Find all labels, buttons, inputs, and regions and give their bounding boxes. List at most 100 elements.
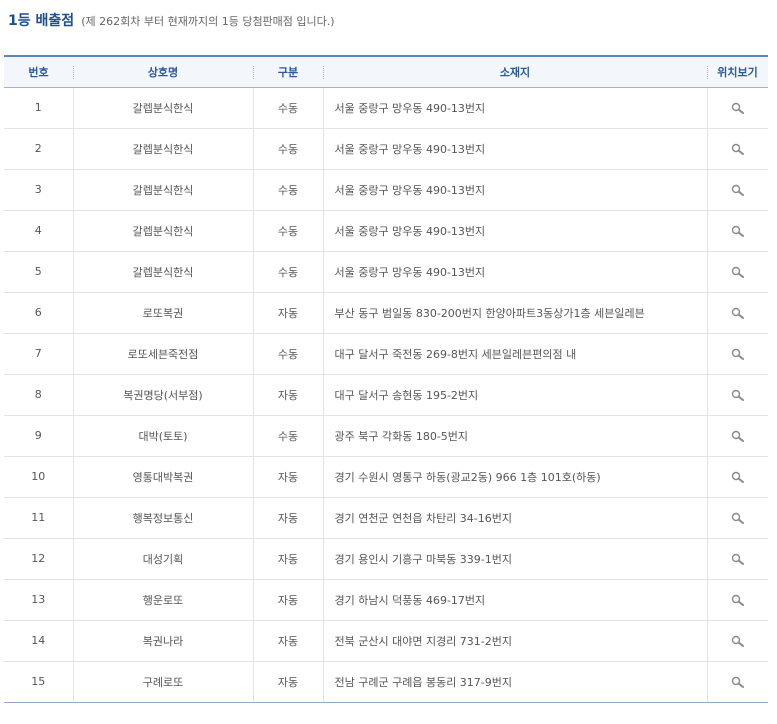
row-number: 12 [4,538,73,580]
table-row: 12 대성기획 자동 경기 용인시 기흥구 마북동 339-1번지 [4,538,768,580]
location-cell [706,333,768,375]
magnifier-icon[interactable] [731,102,745,114]
column-header-location: 위치보기 [707,55,768,88]
magnifier-icon[interactable] [731,184,745,196]
selection-type: 자동 [252,579,323,621]
row-number: 2 [4,128,73,170]
store-name: 로또세븐죽전점 [72,333,253,375]
row-number: 6 [4,292,73,334]
selection-type: 수동 [252,333,323,375]
section-title-bar: 1등 배출점 (제 262회차 부터 현재까지의 1등 당첨판매점 입니다.) [8,10,335,32]
location-cell [706,497,768,539]
location-cell [706,292,768,334]
selection-type: 자동 [252,292,323,334]
store-address: 부산 동구 범일동 830-200번지 한양아파트3동상가1층 세븐일레븐 [322,292,707,334]
row-number: 5 [4,251,73,293]
row-number: 4 [4,210,73,252]
magnifier-icon[interactable] [731,266,745,278]
magnifier-icon[interactable] [731,430,745,442]
selection-type: 수동 [252,415,323,457]
location-cell [706,661,768,703]
row-number: 7 [4,333,73,375]
magnifier-icon[interactable] [731,307,745,319]
store-address: 경기 수원시 영통구 하동(광교2동) 966 1층 101호(하동) [322,456,707,498]
store-name: 갈렙분식한식 [72,210,253,252]
selection-type: 자동 [252,497,323,539]
column-header-number: 번호 [4,55,73,88]
location-cell [706,210,768,252]
table-row: 13 행운로또 자동 경기 하남시 덕풍동 469-17번지 [4,579,768,621]
table-row: 1 갈렙분식한식 수동 서울 중랑구 망우동 490-13번지 [4,87,768,129]
table-row: 2 갈렙분식한식 수동 서울 중랑구 망우동 490-13번지 [4,128,768,170]
table-row: 4 갈렙분식한식 수동 서울 중랑구 망우동 490-13번지 [4,210,768,252]
magnifier-icon[interactable] [731,348,745,360]
store-address: 서울 중랑구 망우동 490-13번지 [322,251,707,293]
location-cell [706,374,768,416]
location-cell [706,456,768,498]
row-number: 11 [4,497,73,539]
store-name: 복권나라 [72,620,253,662]
location-cell [706,620,768,662]
store-address: 서울 중랑구 망우동 490-13번지 [322,210,707,252]
store-name: 대성기획 [72,538,253,580]
store-name: 갈렙분식한식 [72,169,253,211]
page-title: 1등 배출점 [8,13,75,29]
selection-type: 수동 [252,169,323,211]
column-header-store-name: 상호명 [73,55,253,88]
magnifier-icon[interactable] [731,512,745,524]
selection-type: 수동 [252,210,323,252]
table-row: 15 구례로또 자동 전남 구례군 구례읍 봉동리 317-9번지 [4,661,768,703]
page-subtitle: (제 262회차 부터 현재까지의 1등 당첨판매점 입니다.) [81,15,335,28]
location-cell [706,415,768,457]
table-row: 9 대박(토토) 수동 광주 북구 각화동 180-5번지 [4,415,768,457]
magnifier-icon[interactable] [731,635,745,647]
store-address: 광주 북구 각화동 180-5번지 [322,415,707,457]
row-number: 8 [4,374,73,416]
store-name: 영통대박복권 [72,456,253,498]
winning-stores-table: 번호 상호명 구분 소재지 위치보기 1 갈렙분식한식 수동 서울 중랑구 망우동 4… [4,55,768,703]
table-row: 3 갈렙분식한식 수동 서울 중랑구 망우동 490-13번지 [4,169,768,211]
magnifier-icon[interactable] [731,225,745,237]
location-cell [706,169,768,211]
store-address: 서울 중랑구 망우동 490-13번지 [322,128,707,170]
row-number: 10 [4,456,73,498]
store-address: 경기 하남시 덕풍동 469-17번지 [322,579,707,621]
location-cell [706,251,768,293]
magnifier-icon[interactable] [731,471,745,483]
magnifier-icon[interactable] [731,143,745,155]
store-address: 서울 중랑구 망우동 490-13번지 [322,87,707,129]
selection-type: 자동 [252,374,323,416]
store-address: 경기 연천군 연천읍 차탄리 34-16번지 [322,497,707,539]
magnifier-icon[interactable] [731,676,745,688]
column-header-address: 소재지 [323,55,707,88]
selection-type: 수동 [252,251,323,293]
magnifier-icon[interactable] [731,594,745,606]
selection-type: 수동 [252,87,323,129]
row-number: 15 [4,661,73,703]
location-cell [706,538,768,580]
store-name: 복권명당(서부점) [72,374,253,416]
store-address: 전남 구례군 구례읍 봉동리 317-9번지 [322,661,707,703]
location-cell [706,579,768,621]
magnifier-icon[interactable] [731,553,745,565]
store-name: 행운로또 [72,579,253,621]
column-header-type: 구분 [253,55,323,88]
location-cell [706,128,768,170]
table-row: 6 로또복권 자동 부산 동구 범일동 830-200번지 한양아파트3동상가1층 세… [4,292,768,334]
store-name: 갈렙분식한식 [72,87,253,129]
store-name: 갈렙분식한식 [72,251,253,293]
table-row: 8 복권명당(서부점) 자동 대구 달서구 송현동 195-2번지 [4,374,768,416]
row-number: 13 [4,579,73,621]
row-number: 14 [4,620,73,662]
row-number: 3 [4,169,73,211]
table-row: 11 행복정보통신 자동 경기 연천군 연천읍 차탄리 34-16번지 [4,497,768,539]
store-name: 행복정보통신 [72,497,253,539]
store-name: 로또복권 [72,292,253,334]
store-address: 대구 달서구 송현동 195-2번지 [322,374,707,416]
selection-type: 자동 [252,661,323,703]
store-address: 전북 군산시 대야면 지경리 731-2번지 [322,620,707,662]
selection-type: 자동 [252,620,323,662]
table-header-row: 번호 상호명 구분 소재지 위치보기 [4,55,768,88]
selection-type: 수동 [252,128,323,170]
magnifier-icon[interactable] [731,389,745,401]
